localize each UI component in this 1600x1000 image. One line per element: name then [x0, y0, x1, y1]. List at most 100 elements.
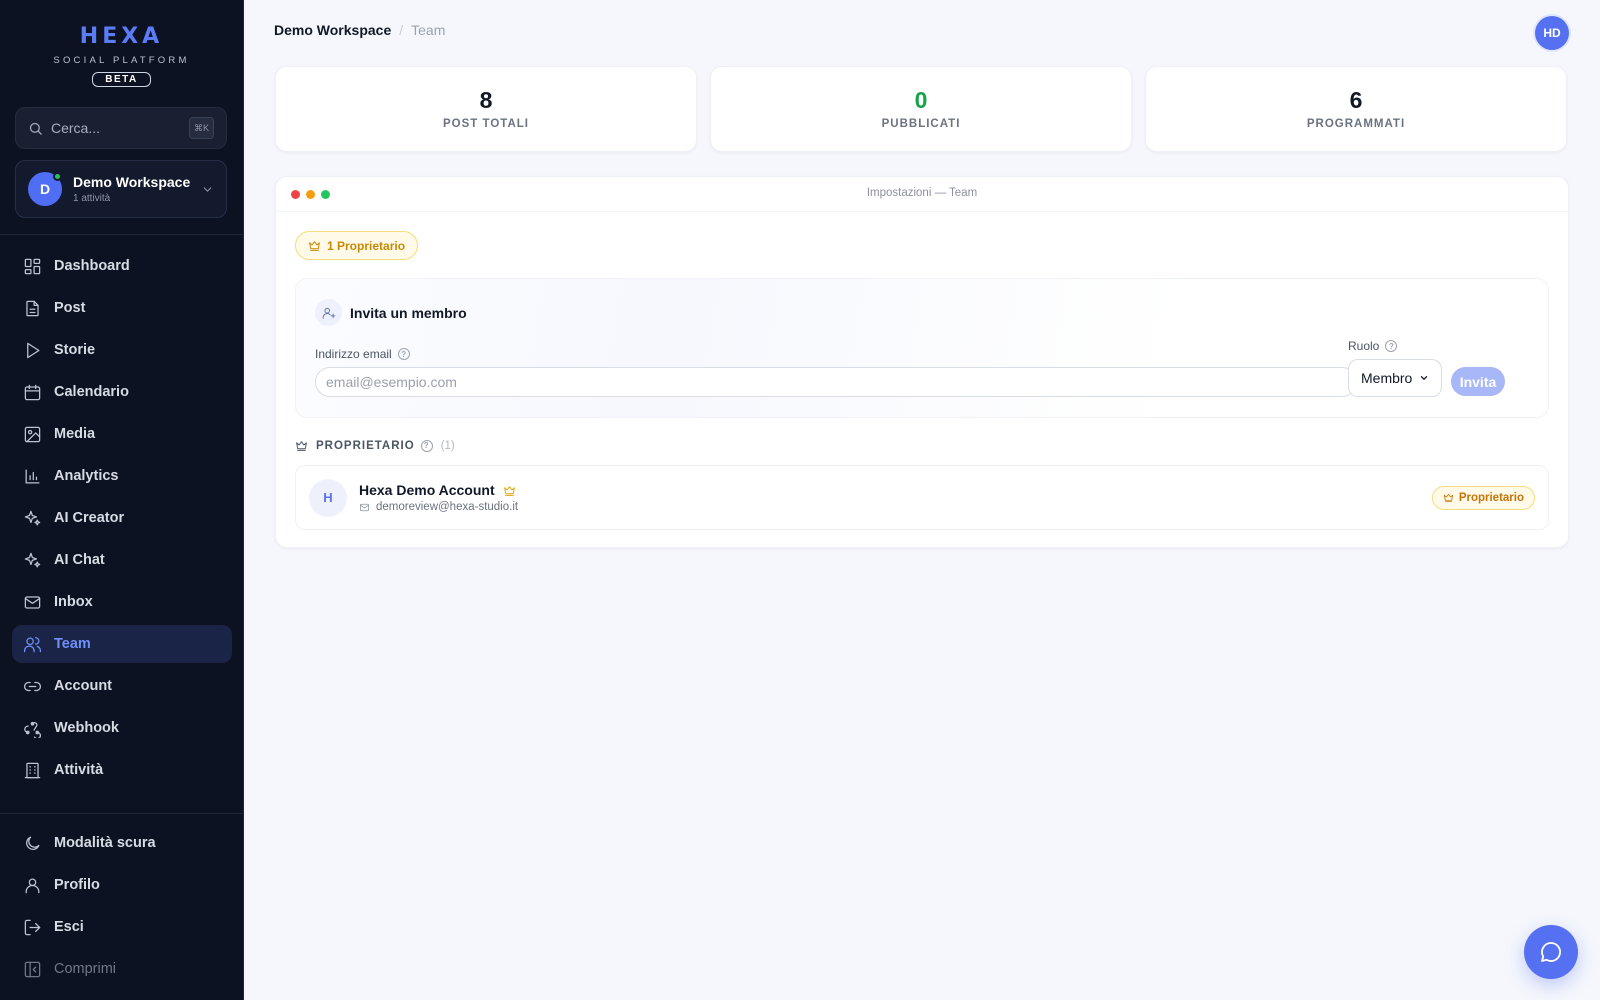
- invite-member-card: Invita un membro Indirizzo email ? Ruolo…: [295, 278, 1549, 418]
- sidebar-item-label: Inbox: [54, 594, 93, 610]
- role-select[interactable]: Membro: [1348, 359, 1442, 397]
- sidebar-item-label: Attività: [54, 762, 104, 778]
- collapse-icon: [24, 961, 41, 977]
- sidebar-item-storie[interactable]: Storie: [12, 331, 232, 369]
- team-settings-panel: Impostazioni — Team 1 Proprietario Invit…: [275, 176, 1569, 548]
- grid-icon: [24, 258, 41, 274]
- sidebar-item-label: Dashboard: [54, 258, 130, 274]
- sidebar-item-media[interactable]: Media: [12, 415, 232, 453]
- email-label: Indirizzo email ?: [315, 347, 410, 361]
- bottom-nav: Modalità scura Profilo Esci Comprimi: [12, 824, 232, 992]
- search-box[interactable]: Cerca... ⌘K: [15, 107, 227, 149]
- sidebar-item-label: Media: [54, 426, 96, 442]
- sidebar-item-label: Profilo: [54, 877, 100, 893]
- role-select-value: Membro: [1361, 370, 1413, 386]
- sidebar-divider: [0, 813, 244, 814]
- owner-count-label: 1 Proprietario: [327, 238, 406, 253]
- dark-mode-toggle[interactable]: Modalità scura: [12, 824, 232, 862]
- online-status-dot: [53, 172, 62, 181]
- sidebar-item-post[interactable]: Post: [12, 289, 232, 327]
- panel-titlebar: Impostazioni — Team: [276, 177, 1568, 212]
- collapse-sidebar-button[interactable]: Comprimi: [12, 950, 232, 988]
- help-icon[interactable]: ?: [1385, 340, 1398, 352]
- sidebar-item-label: Account: [54, 678, 112, 694]
- member-email: demoreview@hexa-studio.it: [376, 501, 519, 513]
- sidebar-divider: [0, 234, 244, 235]
- member-email-row: demoreview@hexa-studio.it: [359, 501, 518, 513]
- email-field[interactable]: [315, 367, 1357, 397]
- logout-button[interactable]: Esci: [12, 908, 232, 946]
- stat-card-published: 0 PUBBLICATI: [710, 66, 1132, 152]
- sidebar-item-label: Webhook: [54, 720, 119, 736]
- sidebar-item-account[interactable]: Account: [12, 667, 232, 705]
- sidebar-item-calendario[interactable]: Calendario: [12, 373, 232, 411]
- sidebar-item-webhook[interactable]: Webhook: [12, 709, 232, 747]
- panel-title: Impostazioni — Team: [866, 187, 978, 199]
- member-name-row: Hexa Demo Account: [359, 482, 518, 498]
- stat-card-total-posts: 8 POST TOTALI: [275, 66, 697, 152]
- sidebar-item-label: Storie: [54, 342, 96, 358]
- chevron-down-icon: [203, 186, 212, 192]
- chat-bubble-icon: [1541, 942, 1561, 962]
- sidebar-item-label: Calendario: [54, 384, 129, 400]
- sidebar-item-label: Analytics: [54, 468, 119, 484]
- workspace-avatar: D: [28, 172, 62, 206]
- sidebar-item-label: Esci: [54, 919, 84, 935]
- sidebar-item-label: Post: [54, 300, 86, 316]
- logout-icon: [24, 919, 41, 935]
- sidebar-item-ai-chat[interactable]: AI Chat: [12, 541, 232, 579]
- member-info: Hexa Demo Account demoreview@hexa-studio…: [359, 482, 518, 513]
- crown-icon: [503, 484, 516, 497]
- sidebar-item-dashboard[interactable]: Dashboard: [12, 247, 232, 285]
- invite-button[interactable]: Invita: [1451, 367, 1505, 396]
- chevron-down-icon: [1420, 376, 1428, 381]
- chat-fab-button[interactable]: [1524, 925, 1578, 979]
- sidebar-item-analytics[interactable]: Analytics: [12, 457, 232, 495]
- email-label-text: Indirizzo email: [315, 347, 392, 361]
- user-icon: [25, 878, 40, 893]
- sidebar-item-inbox[interactable]: Inbox: [12, 583, 232, 621]
- role-label-text: Ruolo: [1348, 339, 1380, 353]
- image-icon: [24, 426, 41, 442]
- brand-logo[interactable]: HEXA: [0, 24, 243, 49]
- help-icon[interactable]: ?: [420, 439, 433, 452]
- role-badge: Proprietario: [1431, 485, 1535, 510]
- crown-icon: [1443, 493, 1453, 503]
- invite-icon-wrap: [315, 299, 342, 326]
- moon-icon: [26, 836, 40, 850]
- stat-card-scheduled: 6 PROGRAMMATI: [1145, 66, 1567, 152]
- section-count: (1): [440, 439, 455, 452]
- breadcrumb-workspace[interactable]: Demo Workspace: [274, 22, 391, 38]
- breadcrumb: Demo Workspace / Team: [274, 22, 445, 38]
- link-icon: [23, 681, 42, 691]
- search-icon: [29, 122, 42, 135]
- help-icon[interactable]: ?: [397, 348, 410, 360]
- calendar-icon: [24, 384, 41, 400]
- invite-header: Invita un membro: [315, 299, 467, 326]
- users-icon: [23, 636, 42, 652]
- bar-chart-icon: [25, 469, 40, 483]
- sparkles-icon: [24, 552, 41, 567]
- stat-label: PROGRAMMATI: [1306, 118, 1406, 130]
- mail-icon: [360, 503, 369, 511]
- stat-value: 0: [914, 87, 928, 113]
- sidebar: HEXA SOCIAL PLATFORM BETA Cerca... ⌘K D …: [0, 0, 244, 1000]
- role-label: Ruolo ?: [1348, 339, 1398, 353]
- workspace-initial: D: [39, 181, 51, 197]
- search-placeholder[interactable]: Cerca...: [51, 120, 189, 136]
- user-avatar[interactable]: HD: [1535, 16, 1569, 50]
- stat-value: 6: [1349, 87, 1363, 113]
- sidebar-item-profilo[interactable]: Profilo: [12, 866, 232, 904]
- sidebar-item-ai-creator[interactable]: AI Creator: [12, 499, 232, 537]
- workspace-activity-count: 1 attività: [73, 193, 111, 204]
- member-row[interactable]: H Hexa Demo Account demoreview@hexa-stud…: [295, 465, 1549, 530]
- sidebar-item-attivita[interactable]: Attività: [12, 751, 232, 789]
- member-avatar: H: [309, 478, 347, 517]
- breadcrumb-current: Team: [411, 22, 446, 38]
- sidebar-item-team[interactable]: Team: [12, 625, 232, 663]
- workspace-switcher[interactable]: D Demo Workspace 1 attività: [15, 160, 227, 218]
- owner-count-pill: 1 Proprietario: [295, 231, 419, 260]
- shortcut-hint: ⌘K: [189, 117, 214, 139]
- sparkles-icon: [24, 510, 41, 525]
- play-icon: [27, 342, 40, 358]
